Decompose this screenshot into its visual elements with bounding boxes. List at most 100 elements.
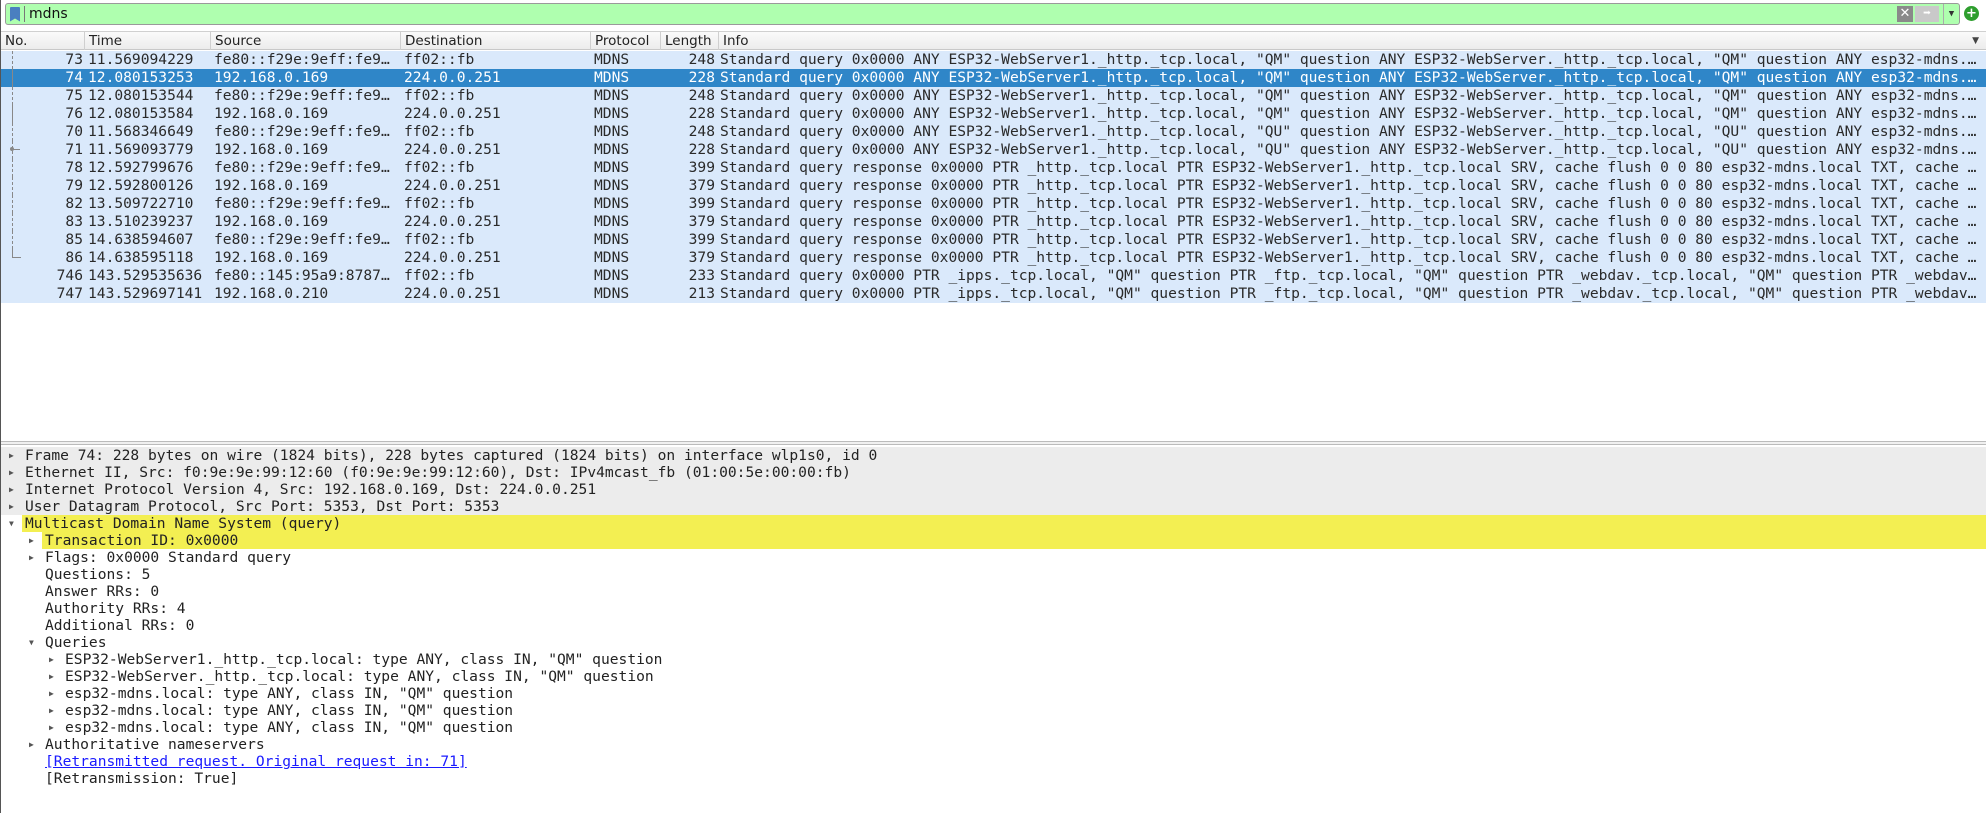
packet-row[interactable]: 71 11.569093779 192.168.0.169 224.0.0.251 MD… — [1, 141, 1986, 159]
detail-tree-item[interactable]: ▶ Flags: 0x0000 Standard query — [1, 549, 1986, 566]
collapsed-arrow-icon[interactable]: ▶ — [9, 447, 19, 464]
packet-time: 12.080153544 — [88, 87, 194, 104]
detail-text: Flags: 0x0000 Standard query — [45, 549, 292, 566]
detail-tree-item[interactable]: ▶ Internet Protocol Version 4, Src: 192.1… — [1, 481, 1986, 498]
column-menu-icon[interactable]: ▼ — [1968, 32, 1979, 50]
packet-row[interactable]: 75 12.080153544 fe80::f29e:9eff:fe99:1260 f… — [1, 87, 1986, 105]
column-header-no[interactable]: No. — [1, 32, 84, 50]
packet-protocol: MDNS — [594, 105, 630, 122]
detail-tree-item[interactable]: ▶ esp32-mdns.local: type ANY, class IN, "… — [1, 685, 1986, 702]
column-header-protocol[interactable]: Protocol — [590, 32, 660, 50]
collapsed-arrow-icon[interactable]: ▶ — [29, 549, 39, 566]
detail-text: ESP32-WebServer1._http._tcp.local: type … — [65, 651, 663, 668]
detail-tree-item[interactable]: [Retransmitted request. Original request… — [1, 753, 1986, 770]
packet-length: 228 — [688, 105, 715, 122]
packet-row[interactable]: 746 143.529535636 fe80::145:95a9:8787:1234… — [1, 267, 1986, 285]
detail-tree-item[interactable]: ▶ User Datagram Protocol, Src Port: 5353,… — [1, 498, 1986, 515]
collapsed-arrow-icon[interactable]: ▶ — [9, 481, 19, 498]
detail-tree-item[interactable]: ▶ Frame 74: 228 bytes on wire (1824 bits)… — [1, 447, 1986, 464]
packet-no: 83 — [65, 213, 83, 230]
packet-row[interactable]: 73 11.569094229 fe80::f29e:9eff:fe99:1260 f… — [1, 51, 1986, 69]
add-filter-button-icon[interactable]: + — [1964, 6, 1979, 21]
detail-tree-item[interactable]: Questions: 5 — [1, 566, 1986, 583]
detail-link[interactable]: [Retransmitted request. Original request… — [45, 753, 467, 770]
packet-length: 228 — [688, 141, 715, 158]
collapsed-arrow-icon[interactable]: ▶ — [29, 736, 39, 753]
column-header-length[interactable]: Length — [660, 32, 718, 50]
packet-row[interactable]: 83 13.510239237 192.168.0.169 224.0.0.251 MD… — [1, 213, 1986, 231]
packet-row[interactable]: 74 12.080153253 192.168.0.169 224.0.0.251 MD… — [1, 69, 1986, 87]
clear-filter-icon[interactable]: ✕ — [1897, 6, 1913, 22]
packet-row[interactable]: 82 13.509722710 fe80::f29e:9eff:fe99:1260 f… — [1, 195, 1986, 213]
packet-protocol: MDNS — [594, 87, 630, 104]
collapsed-arrow-icon[interactable]: ▶ — [49, 651, 59, 668]
detail-tree-item[interactable]: ▶ esp32-mdns.local: type ANY, class IN, "… — [1, 719, 1986, 736]
packet-time: 143.529697141 — [88, 285, 203, 302]
packet-protocol: MDNS — [594, 69, 630, 86]
column-header-source[interactable]: Source — [210, 32, 400, 50]
detail-tree-item[interactable]: [Retransmission: True] — [1, 770, 1986, 787]
column-header-destination[interactable]: Destination — [400, 32, 590, 50]
detail-tree-item[interactable]: ▶ esp32-mdns.local: type ANY, class IN, "… — [1, 702, 1986, 719]
detail-text: Authoritative nameservers — [45, 736, 265, 753]
packet-row[interactable]: 85 14.638594607 fe80::f29e:9eff:fe99:1260 f… — [1, 231, 1986, 249]
collapsed-arrow-icon[interactable]: ▶ — [49, 685, 59, 702]
packet-list-header: No. Time Source Destination Protocol Len… — [1, 31, 1986, 50]
packet-no: 73 — [65, 51, 83, 68]
collapsed-arrow-icon[interactable]: ▶ — [9, 498, 19, 515]
detail-tree-item[interactable]: ▼ Multicast Domain Name System (query) — [1, 515, 1986, 532]
packet-destination: ff02::fb — [404, 87, 475, 104]
collapsed-arrow-icon[interactable]: ▶ — [49, 719, 59, 736]
packet-row[interactable]: 76 12.080153584 192.168.0.169 224.0.0.251 MD… — [1, 105, 1986, 123]
packet-time: 12.080153253 — [88, 69, 194, 86]
detail-text: Questions: 5 — [45, 566, 151, 583]
display-filter-input[interactable]: mdns — [24, 6, 1897, 22]
packet-row[interactable]: 78 12.592799676 fe80::f29e:9eff:fe99:1260 f… — [1, 159, 1986, 177]
packet-row[interactable]: 79 12.592800126 192.168.0.169 224.0.0.251 MD… — [1, 177, 1986, 195]
packet-destination: ff02::fb — [404, 231, 475, 248]
packet-length: 399 — [688, 159, 715, 176]
packet-source: 192.168.0.169 — [214, 141, 329, 158]
detail-tree-item[interactable]: Additional RRs: 0 — [1, 617, 1986, 634]
packet-length: 248 — [688, 51, 715, 68]
collapsed-arrow-icon[interactable]: ▶ — [49, 702, 59, 719]
detail-tree-item[interactable]: ▶ ESP32-WebServer1._http._tcp.local: type… — [1, 651, 1986, 668]
packet-row[interactable]: 747 143.529697141 192.168.0.210 224.0.0.251… — [1, 285, 1986, 303]
detail-tree-item[interactable]: ▼ Queries — [1, 634, 1986, 651]
detail-text: esp32-mdns.local: type ANY, class IN, "Q… — [65, 719, 514, 736]
packet-row[interactable]: 70 11.568346649 fe80::f29e:9eff:fe99:1260 f… — [1, 123, 1986, 141]
packet-info: Standard query 0x0000 ANY ESP32-WebServe… — [720, 87, 1982, 104]
packet-protocol: MDNS — [594, 123, 630, 140]
packet-destination: ff02::fb — [404, 159, 475, 176]
packet-destination: ff02::fb — [404, 195, 475, 212]
packet-destination: 224.0.0.251 — [404, 177, 501, 194]
packet-source: fe80::f29e:9eff:fe99:1260 — [214, 51, 398, 68]
packet-time: 12.080153584 — [88, 105, 194, 122]
detail-tree-item[interactable]: ▶ ESP32-WebServer._http._tcp.local: type … — [1, 668, 1986, 685]
packet-time: 11.569094229 — [88, 51, 194, 68]
packet-no: 746 — [56, 267, 83, 284]
detail-tree-item[interactable]: ▶ Transaction ID: 0x0000 — [1, 532, 1986, 549]
detail-tree-item[interactable]: ▶ Authoritative nameservers — [1, 736, 1986, 753]
expanded-arrow-icon[interactable]: ▼ — [29, 634, 39, 651]
detail-tree-item[interactable]: Authority RRs: 4 — [1, 600, 1986, 617]
bookmark-icon[interactable] — [10, 6, 20, 22]
filter-history-dropdown-icon[interactable]: ▼ — [1943, 4, 1959, 24]
packet-protocol: MDNS — [594, 231, 630, 248]
apply-filter-icon[interactable]: ➡ — [1915, 6, 1939, 22]
packet-length: 228 — [688, 69, 715, 86]
detail-text: Additional RRs: 0 — [45, 617, 195, 634]
packet-destination: 224.0.0.251 — [404, 213, 501, 230]
column-header-time[interactable]: Time — [84, 32, 210, 50]
column-header-info[interactable]: Info — [718, 32, 1968, 50]
expanded-arrow-icon[interactable]: ▼ — [9, 515, 19, 532]
pane-splitter[interactable] — [1, 441, 1986, 445]
collapsed-arrow-icon[interactable]: ▶ — [49, 668, 59, 685]
collapsed-arrow-icon[interactable]: ▶ — [29, 532, 39, 549]
detail-tree-item[interactable]: ▶ Ethernet II, Src: f0:9e:9e:99:12:60 (f0… — [1, 464, 1986, 481]
packet-info: Standard query 0x0000 PTR _ipps._tcp.loc… — [720, 267, 1982, 284]
detail-tree-item[interactable]: Answer RRs: 0 — [1, 583, 1986, 600]
packet-time: 12.592799676 — [88, 159, 194, 176]
packet-row[interactable]: 86 14.638595118 192.168.0.169 224.0.0.251 MD… — [1, 249, 1986, 267]
collapsed-arrow-icon[interactable]: ▶ — [9, 464, 19, 481]
